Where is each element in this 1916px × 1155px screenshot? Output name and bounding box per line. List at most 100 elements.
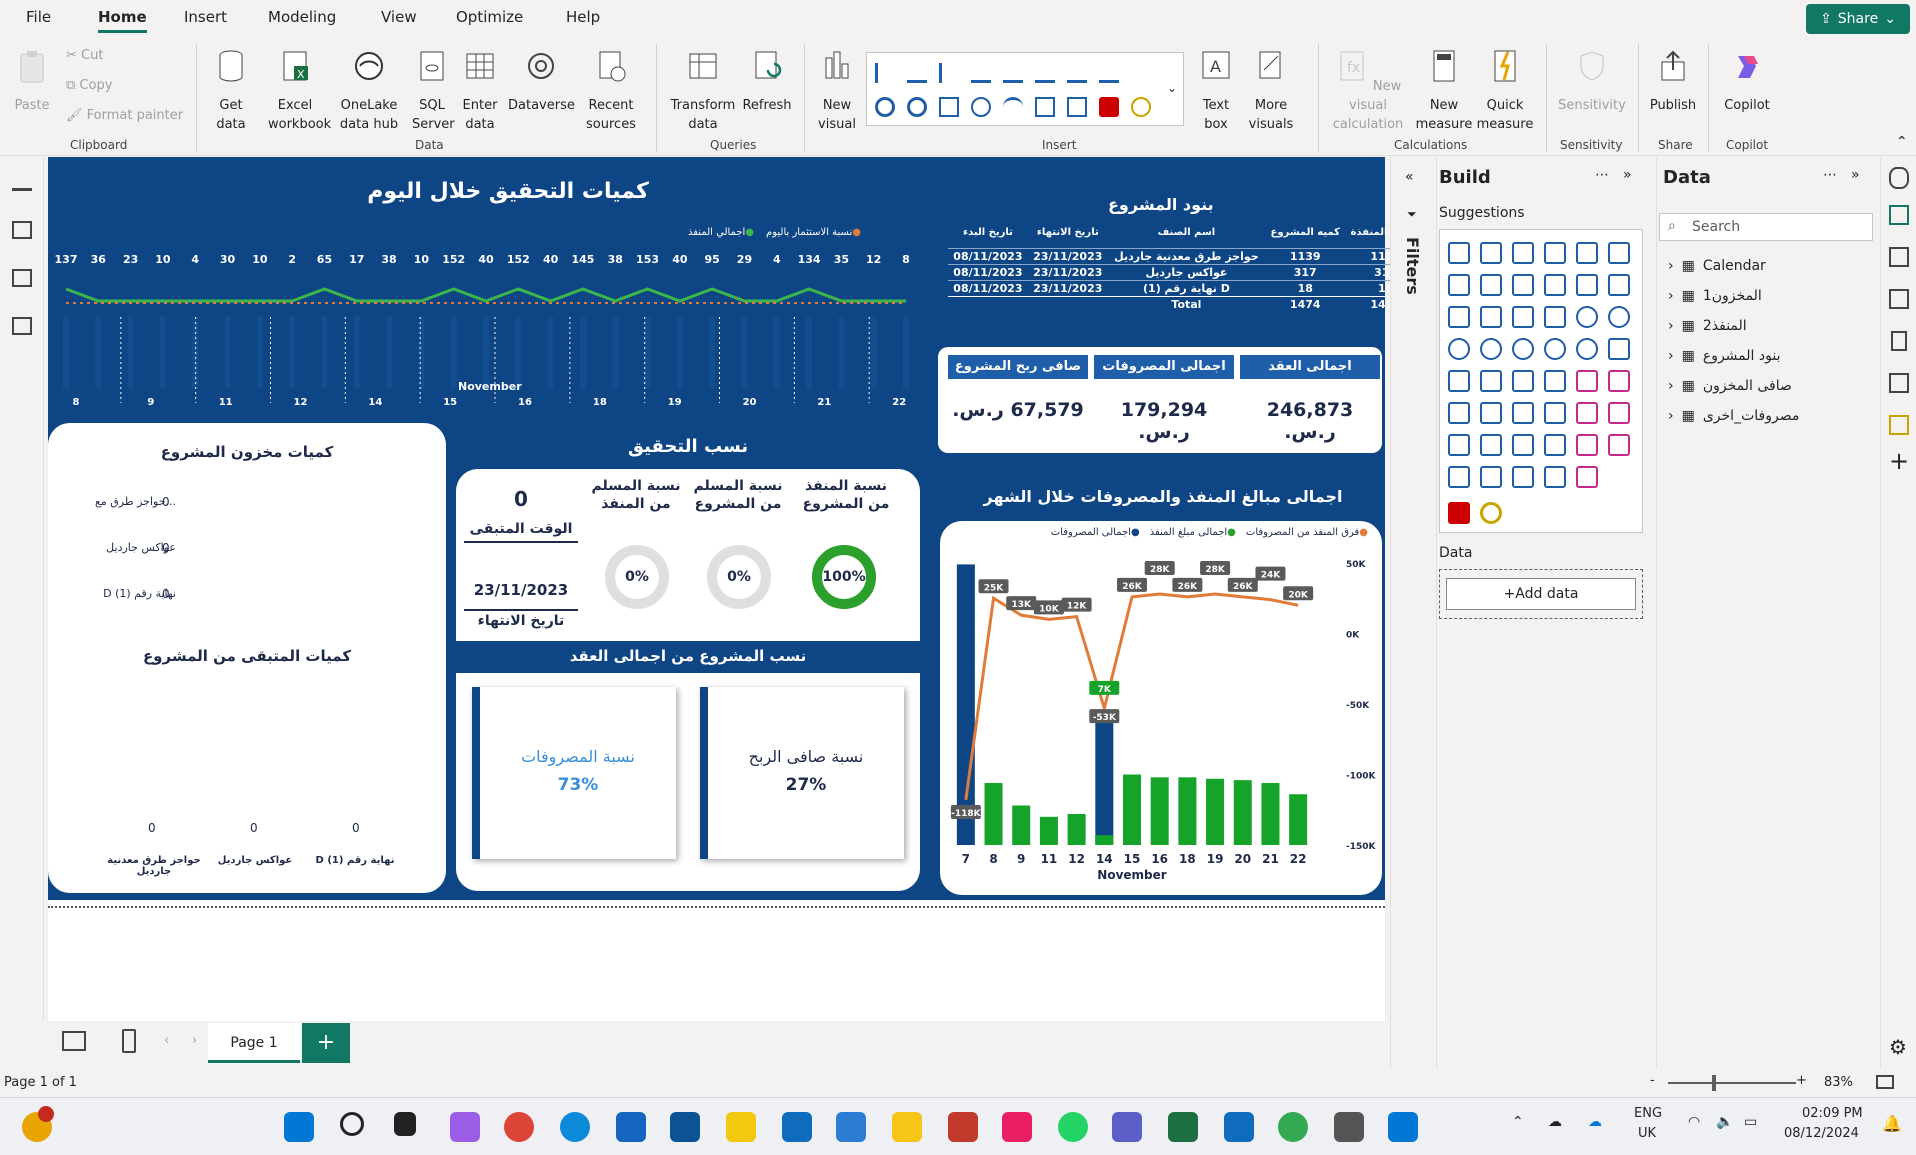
dataverse-button[interactable]: Dataverse bbox=[508, 48, 575, 115]
100-area-icon[interactable] bbox=[1544, 274, 1566, 296]
gauge-icon[interactable] bbox=[1003, 97, 1023, 117]
stacked-area-icon[interactable] bbox=[1512, 274, 1534, 296]
report-icon[interactable] bbox=[1608, 434, 1630, 456]
build-pane-icon[interactable] bbox=[1889, 205, 1909, 225]
bell-icon[interactable]: 🔔 bbox=[1882, 1114, 1902, 1133]
cut-button[interactable]: ✂ Cut bbox=[66, 46, 103, 65]
table-row[interactable]: 317 317 عواكس جارديل 23/11/2023 08/11/2023 bbox=[948, 264, 1426, 280]
shape-map-icon[interactable] bbox=[1544, 338, 1566, 360]
collapse-ribbon-icon[interactable]: ⌃ bbox=[1896, 134, 1908, 150]
multirow-card-icon[interactable] bbox=[1480, 370, 1502, 392]
calculator-icon[interactable] bbox=[1334, 1112, 1364, 1142]
chrome-profile-icon[interactable] bbox=[1278, 1112, 1308, 1142]
desktop-layout-icon[interactable] bbox=[62, 1031, 86, 1051]
zoom-out-icon[interactable]: - bbox=[1650, 1073, 1655, 1088]
custom-a-icon[interactable] bbox=[1448, 466, 1470, 488]
line-chart-icon[interactable] bbox=[1448, 274, 1470, 296]
custom-d-icon[interactable] bbox=[1544, 466, 1566, 488]
table-item[interactable]: › ▦ بنود المشروع bbox=[1668, 348, 1780, 364]
expand-filters-icon[interactable]: « bbox=[1405, 169, 1414, 185]
menu-optimize[interactable]: Optimize bbox=[456, 8, 523, 26]
waterfall-icon[interactable] bbox=[1480, 306, 1502, 328]
donut-chart-icon[interactable] bbox=[1608, 306, 1630, 328]
sensitivity-button[interactable]: Sensitivity bbox=[1554, 48, 1630, 115]
copilot-button[interactable]: Copilot bbox=[1714, 48, 1780, 115]
table-view-icon[interactable] bbox=[12, 221, 32, 239]
menu-help[interactable]: Help bbox=[566, 8, 600, 26]
add-page-button[interactable]: + bbox=[302, 1023, 350, 1063]
recent-sources-button[interactable]: Recent sources bbox=[578, 48, 644, 134]
more-visuals-icon[interactable] bbox=[1576, 466, 1598, 488]
card-icon[interactable] bbox=[1448, 370, 1470, 392]
paste-button[interactable]: Paste bbox=[10, 48, 54, 115]
bookmark-icon[interactable] bbox=[1891, 331, 1907, 351]
map-icon[interactable] bbox=[1480, 338, 1502, 360]
page-tab[interactable]: Page 1 bbox=[208, 1023, 300, 1063]
filters-pane[interactable]: « ⏷ Filters bbox=[1390, 157, 1436, 1069]
line-clustered-icon[interactable] bbox=[1608, 274, 1630, 296]
file-explorer-icon[interactable] bbox=[892, 1112, 922, 1142]
menu-modeling[interactable]: Modeling bbox=[268, 8, 336, 26]
next-page-icon[interactable]: › bbox=[192, 1033, 197, 1048]
more-options-icon[interactable]: ⋯ bbox=[1595, 167, 1609, 183]
data-pane-icon[interactable] bbox=[1889, 167, 1909, 189]
key-influencers-icon[interactable] bbox=[1512, 402, 1534, 424]
publish-button[interactable]: Publish bbox=[1644, 48, 1702, 115]
edge-icon[interactable] bbox=[560, 1112, 590, 1142]
map-icon[interactable] bbox=[971, 97, 991, 117]
whatsapp-icon[interactable] bbox=[1058, 1112, 1088, 1142]
combo-chart[interactable]: 50K 0K -50K -100K -150K 7 8 9 11 12 14 15 16 18 19 20 21… bbox=[940, 541, 1382, 893]
onelake-button[interactable]: OneLake data hub bbox=[334, 48, 404, 134]
excel-icon[interactable] bbox=[1168, 1112, 1198, 1142]
line-column-icon[interactable] bbox=[1576, 274, 1598, 296]
add-data-button[interactable]: +Add data bbox=[1446, 578, 1636, 610]
more-options-icon[interactable]: ⋯ bbox=[1823, 167, 1837, 183]
line-chart-icon[interactable] bbox=[1035, 63, 1055, 83]
show-hidden-icons[interactable]: ⌃ bbox=[1512, 1114, 1524, 1130]
zoom-in-icon[interactable]: + bbox=[1796, 1073, 1807, 1088]
table-row[interactable]: 18 18 D نهاية رقم (1) 23/11/2023 08/11/2023 bbox=[948, 280, 1426, 296]
gallery-expand-icon[interactable]: ⌄ bbox=[1167, 81, 1177, 95]
clustered-column-icon[interactable] bbox=[1003, 63, 1023, 83]
column-chart-icon[interactable] bbox=[907, 63, 927, 83]
app-icon[interactable] bbox=[616, 1112, 646, 1142]
goals-icon[interactable] bbox=[1448, 434, 1470, 456]
analytics-icon[interactable] bbox=[1889, 289, 1909, 309]
model-view-icon[interactable] bbox=[12, 269, 32, 287]
azure-map-icon[interactable] bbox=[1576, 338, 1598, 360]
ribbon-chart-icon[interactable] bbox=[1448, 306, 1470, 328]
area-chart-icon[interactable] bbox=[1480, 274, 1502, 296]
custom-visual-icon[interactable] bbox=[1099, 97, 1119, 117]
table-item[interactable]: › ▦ المخزون1 bbox=[1668, 288, 1762, 304]
new-visual-button[interactable]: New visual bbox=[814, 48, 860, 134]
battery-icon[interactable]: ▭ bbox=[1744, 1114, 1757, 1130]
visual-gallery[interactable]: ⌄ bbox=[866, 52, 1184, 126]
onedrive-icon[interactable]: ☁ bbox=[1588, 1114, 1602, 1130]
photos-icon[interactable] bbox=[1388, 1112, 1418, 1142]
app-icon[interactable] bbox=[1002, 1112, 1032, 1142]
gauge-icon[interactable] bbox=[1608, 338, 1630, 360]
table-icon[interactable] bbox=[1576, 370, 1598, 392]
table-row[interactable]: 1139 1139 حواجز طرق معدنية جارديل 23/11/202… bbox=[948, 248, 1426, 264]
wifi-icon[interactable]: ◠ bbox=[1688, 1114, 1700, 1130]
share-button[interactable]: ⇪ Share ⌄ bbox=[1806, 4, 1910, 34]
filled-map-icon[interactable] bbox=[1512, 338, 1534, 360]
matrix-icon[interactable] bbox=[1608, 370, 1630, 392]
more-visuals-button[interactable]: More visuals bbox=[1242, 48, 1300, 134]
stacked-bar-icon[interactable] bbox=[939, 63, 959, 83]
collapse-pane-icon[interactable]: » bbox=[1851, 167, 1860, 183]
dax-query-icon[interactable] bbox=[12, 317, 32, 335]
excel-workbook-button[interactable]: X Excel workbook bbox=[268, 48, 331, 134]
100-column-icon[interactable] bbox=[1608, 242, 1630, 264]
store-icon[interactable] bbox=[670, 1112, 700, 1142]
gear-icon[interactable]: ⚙ bbox=[1889, 1035, 1907, 1059]
copilot-icon[interactable] bbox=[450, 1112, 480, 1142]
pie-chart-icon[interactable] bbox=[1576, 306, 1598, 328]
search-input[interactable]: ⌕ Search bbox=[1659, 213, 1873, 241]
qa-icon[interactable] bbox=[1576, 402, 1598, 424]
notepad-icon[interactable] bbox=[836, 1112, 866, 1142]
decomposition-tree-icon[interactable] bbox=[1544, 402, 1566, 424]
r-visual-icon[interactable] bbox=[1448, 402, 1470, 424]
visual-picker[interactable] bbox=[1439, 229, 1643, 533]
table-item[interactable]: › ▦ صافى المخزون bbox=[1668, 378, 1792, 394]
